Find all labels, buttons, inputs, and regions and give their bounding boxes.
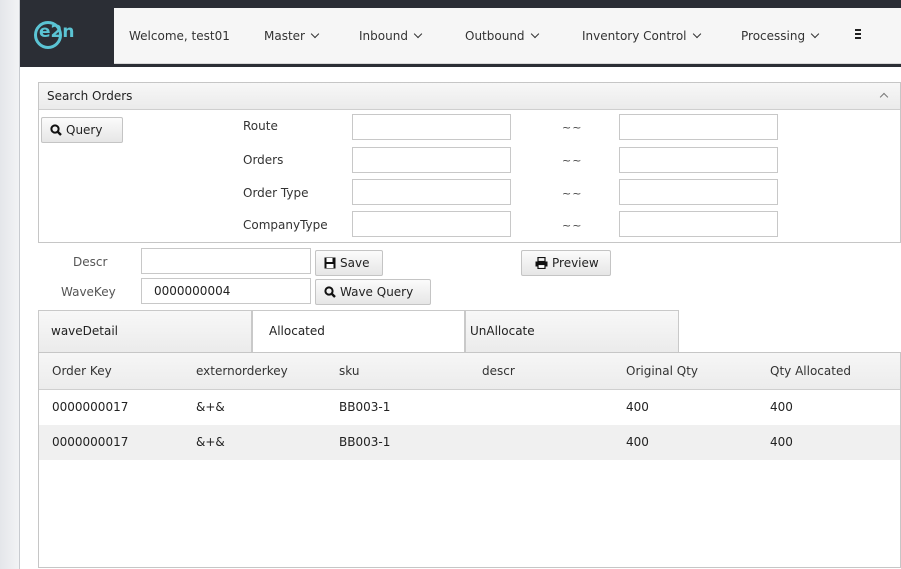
order-type-label: Order Type <box>243 186 309 200</box>
preview-button-label: Preview <box>552 256 599 270</box>
col-order-key[interactable]: Order Key <box>52 353 112 389</box>
cell-qty-allocated: 400 <box>770 400 793 414</box>
table-row[interactable]: 0000000017 &+& BB003-1 400 400 <box>39 425 900 460</box>
nav-processing[interactable]: Processing <box>741 8 820 64</box>
cell-original-qty: 400 <box>626 400 649 414</box>
nav-inventory-control-label: Inventory Control <box>582 29 687 43</box>
order-type-from-input[interactable] <box>352 179 511 205</box>
chevron-down-icon <box>413 29 423 39</box>
cell-order-key: 0000000017 <box>52 400 129 414</box>
tab-unallocate[interactable]: UnAllocate <box>465 310 679 352</box>
query-button-label: Query <box>66 123 103 137</box>
wave-query-button-label: Wave Query <box>340 285 414 299</box>
nav-outbound[interactable]: Outbound <box>465 8 539 64</box>
welcome-text: Welcome, test01 <box>129 29 230 43</box>
chevron-up-icon[interactable] <box>879 92 889 102</box>
cell-externorderkey: &+& <box>196 400 225 414</box>
panel-title: Search Orders <box>47 89 133 103</box>
cell-externorderkey: &+& <box>196 435 225 449</box>
col-externorderkey[interactable]: externorderkey <box>196 353 288 389</box>
wave-query-button[interactable]: Wave Query <box>315 279 431 305</box>
main-nav: Welcome, test01 Master Inbound Outbound … <box>114 8 901 64</box>
search-icon <box>50 123 62 136</box>
company-type-to-input[interactable] <box>619 211 778 237</box>
cell-original-qty: 400 <box>626 435 649 449</box>
descr-input[interactable] <box>141 248 311 274</box>
col-qty-allocated[interactable]: Qty Allocated <box>770 353 851 389</box>
table-row[interactable]: 0000000017 &+& BB003-1 400 400 <box>39 390 900 425</box>
col-original-qty[interactable]: Original Qty <box>626 353 698 389</box>
save-button[interactable]: Save <box>315 250 383 276</box>
route-to-input[interactable] <box>619 114 778 140</box>
chevron-down-icon <box>530 29 539 39</box>
save-button-label: Save <box>340 256 370 270</box>
cell-sku: BB003-1 <box>339 435 391 449</box>
preview-button[interactable]: Preview <box>521 250 611 276</box>
orders-to-input[interactable] <box>619 147 778 173</box>
wavekey-label: WaveKey <box>61 285 116 299</box>
orders-from-input[interactable] <box>352 147 511 173</box>
descr-label: Descr <box>73 255 108 269</box>
range-separator: ~~ <box>562 187 583 200</box>
cell-order-key: 0000000017 <box>52 435 129 449</box>
allocated-grid: Order Key externorderkey sku descr Origi… <box>38 352 901 568</box>
range-separator: ~~ <box>562 121 583 134</box>
wavekey-input[interactable]: 0000000004 <box>141 278 311 304</box>
chevron-down-icon <box>692 29 701 39</box>
grid-header: Order Key externorderkey sku descr Origi… <box>39 353 900 390</box>
company-type-from-input[interactable] <box>352 211 511 237</box>
nav-outbound-label: Outbound <box>465 29 525 43</box>
order-type-to-input[interactable] <box>619 179 778 205</box>
route-label: Route <box>243 119 278 133</box>
route-from-input[interactable] <box>352 114 511 140</box>
printer-icon <box>535 256 548 269</box>
chevron-down-icon <box>810 29 820 39</box>
logo[interactable]: e2n <box>20 8 114 64</box>
col-sku[interactable]: sku <box>339 353 359 389</box>
logo-text: e2n <box>39 22 75 42</box>
cell-qty-allocated: 400 <box>770 435 793 449</box>
nav-inbound-label: Inbound <box>359 29 408 43</box>
company-type-label: CompanyType <box>243 218 328 232</box>
range-separator: ~~ <box>562 219 583 232</box>
tab-wave-detail[interactable]: waveDetail <box>38 310 252 352</box>
floppy-disk-icon <box>324 257 336 268</box>
left-edge-strip <box>0 0 20 569</box>
search-orders-header[interactable]: Search Orders <box>39 83 900 110</box>
hamburger-icon[interactable] <box>855 29 861 39</box>
nav-inventory-control[interactable]: Inventory Control <box>582 8 701 64</box>
cell-sku: BB003-1 <box>339 400 391 414</box>
range-separator: ~~ <box>562 154 583 167</box>
query-button[interactable]: Query <box>41 117 123 143</box>
orders-label: Orders <box>243 153 284 167</box>
nav-processing-label: Processing <box>741 29 806 43</box>
nav-master-label: Master <box>264 29 305 43</box>
search-icon <box>324 285 336 298</box>
tab-allocated[interactable]: Allocated <box>252 310 465 353</box>
nav-master[interactable]: Master <box>264 8 320 64</box>
nav-inbound[interactable]: Inbound <box>359 8 423 64</box>
col-descr[interactable]: descr <box>482 353 515 389</box>
chevron-down-icon <box>310 29 320 39</box>
